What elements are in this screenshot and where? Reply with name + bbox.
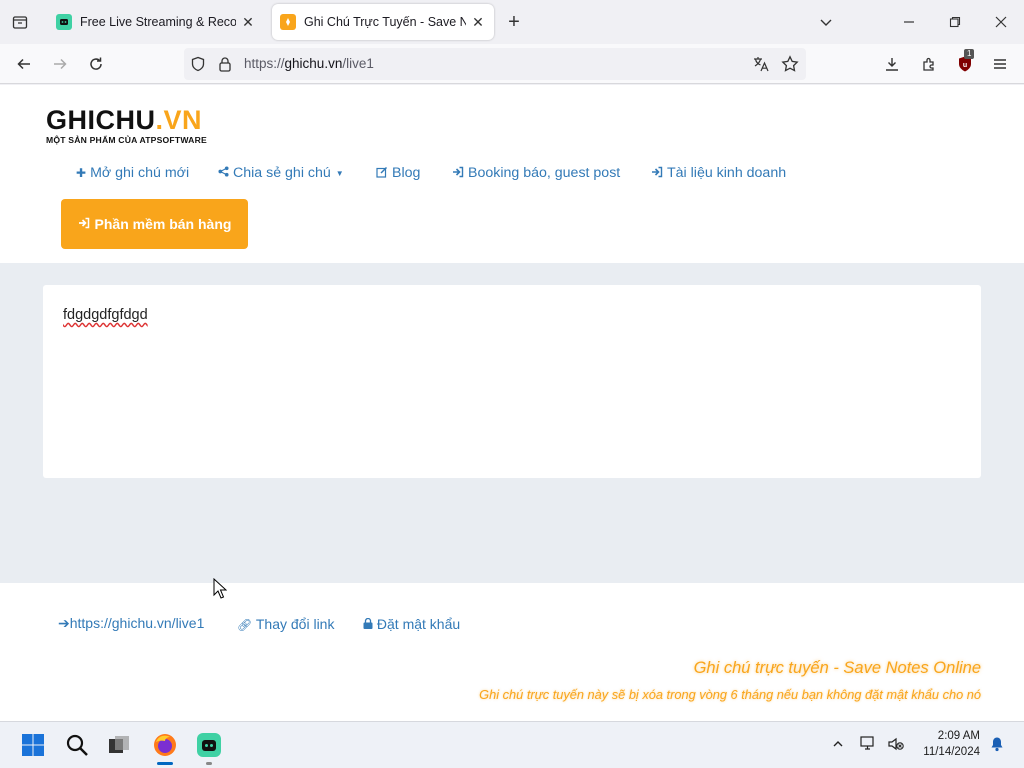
system-clock[interactable]: 2:09 AM 11/14/2024 xyxy=(923,728,980,760)
list-all-tabs-icon[interactable] xyxy=(816,12,836,32)
tab-title: Ghi Chú Trực Tuyến - Save Notes xyxy=(304,15,466,29)
open-app-indicator xyxy=(206,762,212,765)
hamburger-menu-icon[interactable] xyxy=(988,52,1012,76)
svg-text:u: u xyxy=(963,62,967,69)
lock-icon[interactable] xyxy=(218,56,232,77)
taskbar: 2:09 AM 11/14/2024 xyxy=(0,721,1024,768)
menu-label: Chia sẻ ghi chú xyxy=(233,165,331,181)
current-link-label: https://ghichu.vn/live1 xyxy=(69,615,205,631)
clock-date: 11/14/2024 xyxy=(923,746,980,758)
translate-icon[interactable] xyxy=(752,55,770,78)
browser-nav-bar: https://ghichu.vn/live1 u 1 xyxy=(0,44,1024,84)
share-icon xyxy=(218,166,229,180)
tab-list-icon[interactable] xyxy=(8,10,32,34)
streaming-app-icon[interactable] xyxy=(194,730,224,765)
sales-software-button[interactable]: Phần mềm bán hàng xyxy=(61,199,248,249)
tab-free-live-streaming[interactable]: Free Live Streaming & Recording ✕ xyxy=(48,4,264,40)
windows-start-icon[interactable] xyxy=(18,730,48,760)
note-area: fdgdgdfgfdgd xyxy=(0,263,1024,583)
sign-in-icon xyxy=(452,166,464,181)
downloads-icon[interactable] xyxy=(880,52,904,76)
mouse-cursor-icon xyxy=(213,577,228,605)
logo-tagline: MỘT SẢN PHẨM CỦA ATPSOFTWARE xyxy=(46,135,207,145)
reload-icon[interactable] xyxy=(84,52,108,76)
menu-label: Booking báo, guest post xyxy=(468,165,621,181)
extension-badge: 1 xyxy=(964,49,975,59)
set-password-link[interactable]: Đặt mật khẩu xyxy=(363,616,460,632)
close-window-icon[interactable] xyxy=(991,12,1011,32)
restore-icon[interactable] xyxy=(945,12,965,32)
menu-item-business-docs[interactable]: Tài liệu kinh doanh xyxy=(651,165,786,181)
menu-item-new-note[interactable]: ✚ Mở ghi chú mới xyxy=(76,165,189,181)
edit-icon xyxy=(376,166,388,181)
change-link[interactable]: 🔗︎ Thay đổi link xyxy=(237,616,334,632)
tab-title: Free Live Streaming & Recording xyxy=(80,15,236,29)
web-page: GHICHU.VN MỘT SẢN PHẨM CỦA ATPSOFTWARE ✚… xyxy=(0,85,1024,721)
tracking-protection-shield-icon[interactable] xyxy=(190,56,206,77)
site-header: GHICHU.VN MỘT SẢN PHẨM CỦA ATPSOFTWARE ✚… xyxy=(0,85,1024,263)
footer-subtitle: Ghi chú trực tuyến này sẽ bị xóa trong v… xyxy=(479,687,981,702)
network-display-icon[interactable] xyxy=(859,734,879,754)
firefox-icon[interactable] xyxy=(150,730,180,765)
menu-item-blog[interactable]: Blog xyxy=(376,165,420,181)
site-logo[interactable]: GHICHU.VN MỘT SẢN PHẨM CỦA ATPSOFTWARE xyxy=(46,105,207,145)
menu-item-share-note[interactable]: Chia sẻ ghi chú ▼ xyxy=(218,165,344,181)
set-password-label: Đặt mật khẩu xyxy=(376,616,461,632)
tab-ghichu[interactable]: Ghi Chú Trực Tuyến - Save Notes ✕ xyxy=(272,4,494,40)
current-link[interactable]: ➔https://ghichu.vn/live1 xyxy=(58,615,204,632)
plus-icon: ✚ xyxy=(76,166,87,180)
notification-bell-icon[interactable] xyxy=(987,734,1007,754)
task-view-icon[interactable] xyxy=(104,730,134,760)
logo-part-2: .VN xyxy=(155,105,203,135)
ghichu-favicon-icon xyxy=(280,14,296,30)
footer-title: Ghi chú trực tuyến - Save Notes Online xyxy=(693,659,981,677)
back-arrow-icon[interactable] xyxy=(12,52,36,76)
sign-in-icon xyxy=(78,216,90,232)
close-tab-icon[interactable]: ✕ xyxy=(240,14,256,30)
note-editor[interactable]: fdgdgdfgfdgd xyxy=(43,285,981,478)
link-icon: 🔗︎ xyxy=(237,618,253,632)
note-text[interactable]: fdgdgdfgfdgd xyxy=(63,307,148,323)
minimize-icon[interactable] xyxy=(899,12,919,32)
caret-down-icon: ▼ xyxy=(335,168,344,178)
bookmark-star-icon[interactable] xyxy=(781,55,799,78)
url-text: https://ghichu.vn/live1 xyxy=(244,56,374,71)
url-bar[interactable]: https://ghichu.vn/live1 xyxy=(184,48,806,80)
extensions-icon[interactable] xyxy=(917,52,941,76)
browser-tab-bar: Free Live Streaming & Recording ✕ Ghi Ch… xyxy=(0,0,1024,44)
logo-part-1: GHICHU xyxy=(46,105,156,135)
search-icon[interactable] xyxy=(62,730,92,760)
arrow-right-icon: ➔ xyxy=(58,615,70,631)
site-footer: ➔https://ghichu.vn/live1 🔗︎ Thay đổi lin… xyxy=(0,583,1024,721)
menu-label: Blog xyxy=(392,165,421,181)
sales-software-label: Phần mềm bán hàng xyxy=(94,216,232,232)
ublock-origin-icon[interactable]: u 1 xyxy=(953,49,977,76)
sign-in-icon xyxy=(651,166,663,181)
streaming-favicon-icon xyxy=(56,14,72,30)
lock-icon xyxy=(363,616,377,632)
clock-time: 2:09 AM xyxy=(937,730,980,742)
volume-muted-icon[interactable] xyxy=(886,734,906,754)
menu-label: Tài liệu kinh doanh xyxy=(667,165,787,181)
close-tab-icon[interactable]: ✕ xyxy=(470,14,486,30)
menu-item-booking[interactable]: Booking báo, guest post xyxy=(452,165,620,181)
change-link-label: Thay đổi link xyxy=(255,616,335,632)
menu-label: Mở ghi chú mới xyxy=(90,165,190,181)
active-app-indicator xyxy=(157,762,173,765)
show-hidden-icons-chevron-icon[interactable] xyxy=(828,734,848,754)
new-tab-icon[interactable]: + xyxy=(504,11,524,33)
forward-arrow-icon[interactable] xyxy=(48,52,72,76)
